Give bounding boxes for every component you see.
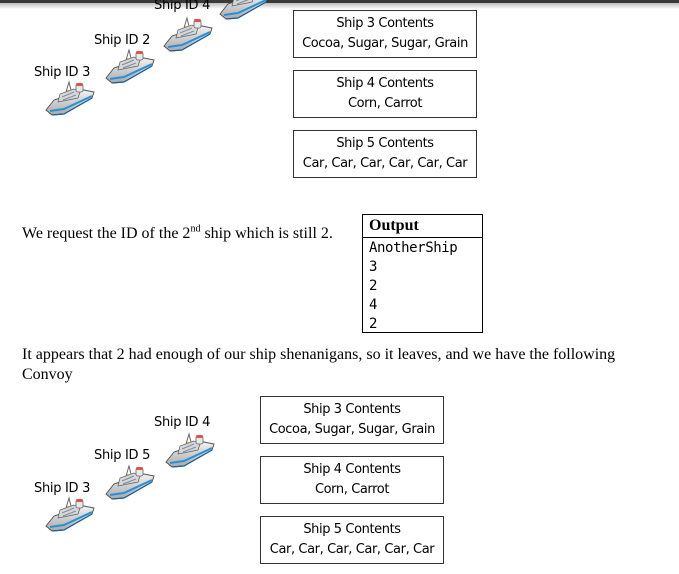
- request-paragraph: We request the ID of the 2nd ship which …: [22, 224, 333, 244]
- contents-items: Car, Car, Car, Car, Car, Car: [302, 156, 468, 171]
- output-line: 2: [369, 316, 378, 332]
- contents-title: Ship 4 Contents: [303, 462, 401, 477]
- ship-label: Ship ID 4: [154, 0, 211, 13]
- ship-contents-box: Ship 3 Contents Cocoa, Sugar, Sugar, Gra…: [293, 10, 477, 58]
- output-table: Output AnotherShip 3 2 4 2: [362, 214, 483, 333]
- window-top-shadow: [0, 3, 679, 9]
- paragraph-line: Convoy: [22, 366, 73, 383]
- contents-items: Corn, Carrot: [347, 96, 423, 111]
- output-line: 2: [369, 278, 378, 294]
- contents-items: Corn, Carrot: [314, 482, 390, 497]
- ship-contents-box: Ship 4 Contents Corn, Carrot: [260, 456, 444, 504]
- leave-paragraph: It appears that 2 had enough of our ship…: [22, 345, 672, 385]
- ship-icon: [162, 14, 214, 54]
- ship-icon: [44, 494, 96, 534]
- ship-icon: [164, 430, 216, 470]
- ship-label: Ship ID 4: [154, 415, 211, 430]
- contents-title: Ship 5 Contents: [336, 136, 434, 151]
- contents-items: Car, Car, Car, Car, Car, Car: [269, 542, 435, 557]
- ship-contents-box: Ship 4 Contents Corn, Carrot: [293, 70, 477, 118]
- ordinal-suffix: nd: [190, 223, 201, 235]
- contents-items: Cocoa, Sugar, Sugar, Grain: [269, 422, 435, 437]
- ship-contents-box: Ship 5 Contents Car, Car, Car, Car, Car,…: [260, 516, 444, 564]
- output-line: 4: [369, 297, 378, 313]
- output-line: AnotherShip: [369, 240, 458, 256]
- ship-icon: [104, 462, 156, 502]
- contents-title: Ship 4 Contents: [336, 76, 434, 91]
- ship-icon: [218, 0, 270, 22]
- contents-title: Ship 3 Contents: [303, 402, 401, 417]
- ship-icon: [104, 46, 156, 86]
- contents-title: Ship 3 Contents: [336, 16, 434, 31]
- contents-title: Ship 5 Contents: [303, 522, 401, 537]
- contents-items: Cocoa, Sugar, Sugar, Grain: [302, 36, 468, 51]
- ship-icon: [44, 78, 96, 118]
- request-text: ship which is still 2.: [200, 225, 333, 242]
- output-line: 3: [369, 259, 378, 275]
- ship-contents-box: Ship 3 Contents Cocoa, Sugar, Sugar, Gra…: [260, 396, 444, 444]
- ship-contents-box: Ship 5 Contents Car, Car, Car, Car, Car,…: [293, 130, 477, 178]
- output-lines: AnotherShip 3 2 4 2: [363, 238, 482, 334]
- request-text: We request the ID of the 2: [22, 225, 191, 242]
- output-header: Output: [363, 215, 482, 238]
- paragraph-line: It appears that 2 had enough of our ship…: [22, 346, 616, 363]
